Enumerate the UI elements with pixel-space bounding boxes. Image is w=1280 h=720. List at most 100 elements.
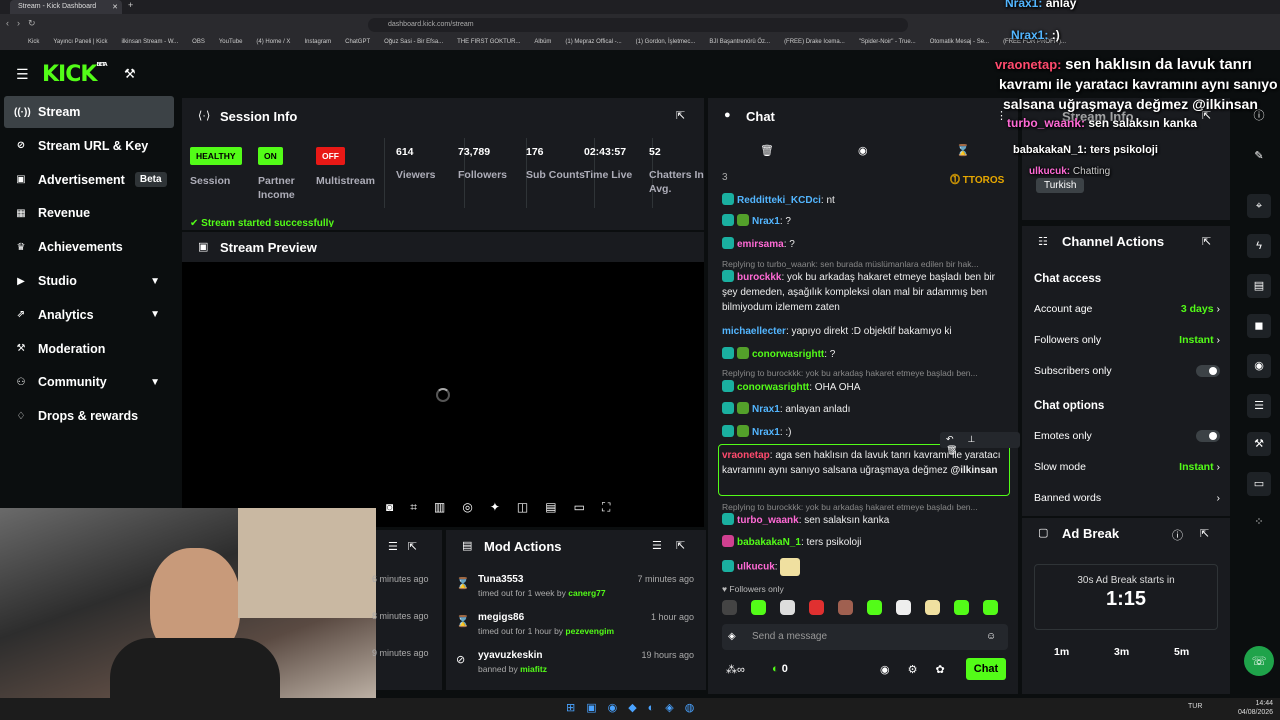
subscribers-only-toggle[interactable] — [1196, 365, 1220, 377]
chat-message[interactable]: Redditteki_KCDci: nt — [722, 193, 1012, 208]
lightning-icon[interactable]: ϟ — [1247, 234, 1271, 258]
nav-buttons[interactable]: ‹›↻ — [6, 18, 44, 29]
bookmark-item[interactable]: Instagram — [304, 39, 331, 47]
chat-message[interactable]: conorwasrightt: ? — [722, 347, 1012, 362]
bookmark-item[interactable]: Oğuz Sasi - Bir Efsa... — [384, 39, 443, 47]
close-icon[interactable]: ✕ — [112, 3, 118, 11]
users-icon[interactable]: ⁂∞ — [726, 663, 745, 676]
chat-username[interactable]: conorwasrightt — [752, 349, 824, 360]
mod-action-user[interactable]: Tuna3553 — [478, 574, 523, 585]
stats-icon[interactable]: ▥ — [434, 500, 445, 518]
chat-username[interactable]: ulkucuk — [737, 562, 775, 573]
message-actions[interactable]: ↶⊥🗑 — [940, 432, 1020, 455]
chat-icon[interactable]: ◼ — [1247, 314, 1271, 338]
banned-words-row[interactable]: Banned words › — [1034, 492, 1220, 504]
wrench-icon[interactable]: ⚒ — [1247, 432, 1271, 456]
message-icon[interactable]: ◉ — [858, 144, 868, 157]
send-chat-button[interactable]: Chat — [966, 658, 1006, 680]
moderator-name[interactable]: miafitz — [520, 664, 547, 674]
sidebar-item-advertisement[interactable]: ▣ Advertisement Beta — [4, 164, 174, 196]
chat-message[interactable]: conorwasrightt: OHA OHA — [722, 380, 1012, 395]
chat-message[interactable]: emirsama: ? — [722, 237, 1012, 252]
chat-username[interactable]: burockkk — [737, 272, 781, 283]
bookmark-item[interactable]: THE FIRST GOKTUR... — [457, 39, 520, 47]
fullscreen-icon[interactable]: ⛶ — [602, 500, 610, 518]
sidebar-item-revenue[interactable]: ▦ Revenue — [4, 197, 174, 229]
subtitle-icon[interactable]: ▭ — [574, 500, 585, 518]
bookmark-item[interactable]: (FREE) Drake Icema... — [784, 39, 845, 47]
chat-username[interactable]: babakakaN_1 — [737, 537, 801, 548]
chat-tools[interactable]: ◉⚙✿ — [880, 663, 963, 676]
kick-logo[interactable]: KICKBETA — [42, 62, 108, 87]
info-icon[interactable]: ⓘ — [1172, 527, 1183, 543]
chat-username[interactable]: turbo_waank — [737, 515, 799, 526]
bookmark-item[interactable]: "Spider-Noir" - True... — [859, 39, 916, 47]
crop-icon[interactable]: ⌗ — [410, 500, 417, 518]
browser-tab[interactable]: Stream - Kick Dashboard ✕ — [10, 0, 122, 14]
mod-action-item[interactable]: ⌛ Tuna3553 timed out for 1 week by canerg7… — [456, 574, 696, 604]
chat-input[interactable]: Send a message — [722, 624, 1008, 650]
moderator-name[interactable]: canerg77 — [568, 588, 605, 598]
trash-icon[interactable]: 🗑 — [760, 144, 774, 157]
popout-icon[interactable]: ⇱ — [676, 539, 685, 552]
sidebar-item-achievements[interactable]: ♛ Achievements — [4, 231, 174, 263]
taskbar-apps[interactable]: ⊞▣◉◆◐◈◍ — [566, 701, 705, 714]
emote-icon[interactable] — [954, 600, 969, 615]
account-age-row[interactable]: Account age 3 days › — [1034, 303, 1220, 315]
url-field[interactable]: dashboard.kick.com/stream — [368, 18, 908, 32]
sparkle-icon[interactable]: ✦ — [490, 500, 500, 518]
emoji-icon[interactable]: ☺ — [986, 631, 996, 642]
hourglass-icon[interactable]: ⌛ — [956, 144, 970, 157]
bookmark-item[interactable]: ilkinsan Stream - W... — [121, 39, 178, 47]
bookmark-item[interactable]: (1) Gordon, İşletmec... — [636, 39, 696, 47]
chat-message[interactable]: michaellecter: yapıyo direkt :D objektif… — [722, 324, 1012, 339]
ad-duration-button[interactable]: 1m — [1054, 646, 1069, 658]
popout-icon[interactable]: ⇱ — [676, 109, 685, 122]
chat-username[interactable]: Nrax1 — [752, 216, 780, 227]
sidebar-item-stream-url-key[interactable]: ⊘ Stream URL & Key — [4, 130, 174, 162]
apps-icon[interactable]: ⁘ — [1247, 510, 1271, 534]
ad-duration-button[interactable]: 3m — [1114, 646, 1129, 658]
emote-icon[interactable] — [983, 600, 998, 615]
bookmark-item[interactable]: YouTube — [219, 39, 243, 47]
sidebar-item-community[interactable]: ⚇ Community ▼ — [4, 366, 174, 398]
bookmark-item[interactable]: OBS — [192, 39, 205, 47]
chat-message[interactable]: turbo_waank: sen salaksın kanka — [722, 513, 1012, 528]
camera-icon[interactable]: ◙ — [386, 500, 393, 518]
sidebar-item-stream[interactable]: ((·)) Stream — [4, 96, 174, 128]
sidebar-item-studio[interactable]: ▶ Studio ▼ — [4, 265, 174, 297]
chat-username[interactable]: emirsama — [737, 239, 784, 250]
sidebar-item-analytics[interactable]: ⇗ Analytics ▼ — [4, 299, 174, 331]
followers-only-row[interactable]: Followers only Instant › — [1034, 334, 1220, 346]
chat-username[interactable]: Nrax1 — [752, 427, 780, 438]
emote-icon[interactable] — [780, 600, 795, 615]
hammer-icon[interactable]: ⚒ — [124, 66, 136, 82]
chat-message[interactable]: babakakaN_1: ters psikoloji — [722, 535, 1012, 550]
new-tab-icon[interactable]: + — [128, 0, 133, 10]
slow-mode-row[interactable]: Slow mode Instant › — [1034, 461, 1220, 473]
chat-username[interactable]: conorwasrightt — [737, 382, 809, 393]
bookmark-item[interactable]: (1) Mepraz Offical -... — [565, 39, 621, 47]
emote-icon[interactable] — [925, 600, 940, 615]
scene-icon[interactable]: ▤ — [545, 500, 556, 518]
bookmark-item[interactable]: Yayıncı Paneli | Kick — [53, 39, 107, 47]
chat-username[interactable]: michaellecter — [722, 326, 786, 337]
bookmark-item[interactable]: Kick — [28, 39, 39, 47]
bookmark-item[interactable]: BJI Başantrenörü Öz... — [709, 39, 770, 47]
bookmark-item[interactable]: (4) Home / X — [256, 39, 290, 47]
sidebar-item-drops-rewards[interactable]: ♢ Drops & rewards — [4, 400, 174, 432]
layout-icon[interactable]: ◫ — [517, 500, 528, 518]
chat-message[interactable]: Nrax1: anlayan anladı — [722, 402, 1012, 417]
menu-icon[interactable]: ☰ — [16, 66, 29, 83]
mod-action-user[interactable]: megigs86 — [478, 612, 524, 623]
list-icon[interactable]: ☰ — [1247, 394, 1271, 418]
chat-message[interactable]: ulkucuk: — [722, 558, 1012, 576]
emotes-only-toggle[interactable] — [1196, 430, 1220, 442]
bookmark-item[interactable]: Otomatik Mesaj - Se... — [930, 39, 989, 47]
chat-message[interactable]: burockkk: yok bu arkadaş hakaret etmeye … — [722, 270, 1012, 315]
sidebar-item-moderation[interactable]: ⚒ Moderation — [4, 333, 174, 365]
broadcast-icon[interactable]: ◉ — [1247, 354, 1271, 378]
emote-icon[interactable] — [809, 600, 824, 615]
moderator-name[interactable]: pezevengim — [565, 626, 614, 636]
chat-username[interactable]: Redditteki_KCDci — [737, 195, 821, 206]
